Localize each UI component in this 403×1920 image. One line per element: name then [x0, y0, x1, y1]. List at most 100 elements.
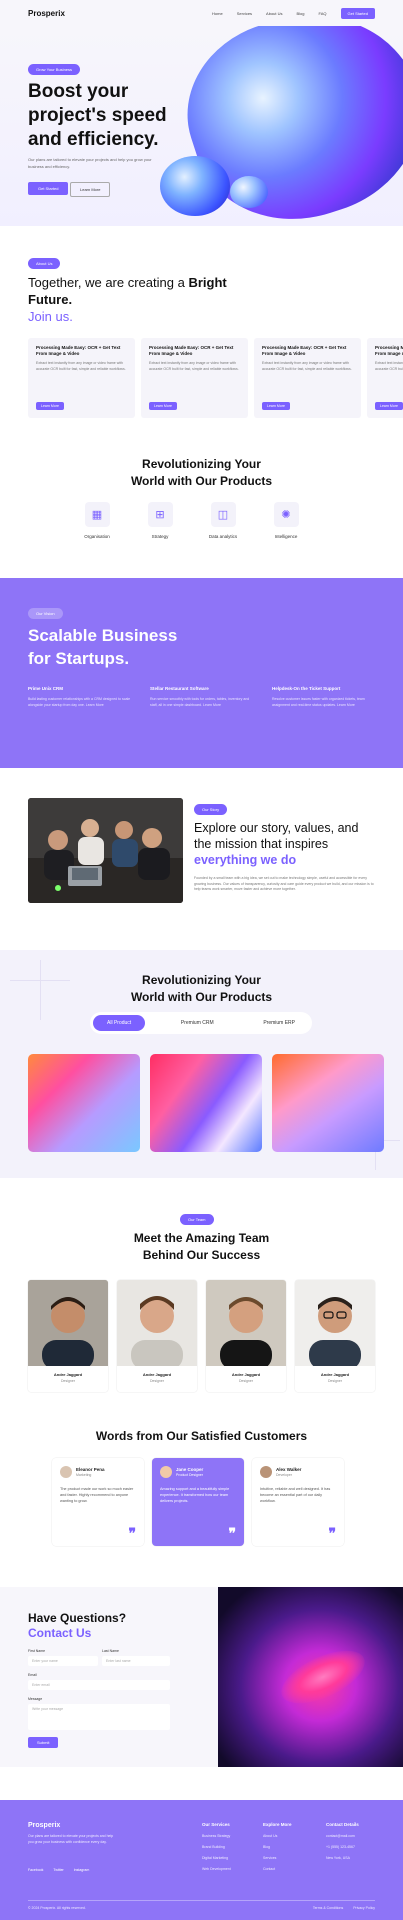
member-photo [206, 1280, 286, 1366]
nav-link-faq[interactable]: FAQ [319, 11, 327, 16]
footer-contact-phone[interactable]: +1 (555) 123-4567 [326, 1845, 359, 1849]
nav-link-home[interactable]: Home [212, 11, 223, 16]
team-member-card[interactable]: Andre Jaggard Designer [28, 1280, 108, 1392]
footer-link[interactable]: Contact [263, 1867, 292, 1871]
products-heading-line2: World with Our Products [130, 474, 273, 488]
quote-mark-icon: ❞ [328, 1526, 336, 1542]
footer-link[interactable]: Blog [263, 1845, 292, 1849]
vision-heading-line1: Scalable Business [28, 626, 178, 645]
about-section: About Us Together, we are creating a Bri… [0, 246, 403, 446]
testimonial-name: Alex Walker [276, 1467, 302, 1472]
nav-link-about[interactable]: About Us [266, 11, 282, 16]
footer-contact-column: Contact Details contact@mail.com +1 (555… [326, 1822, 359, 1860]
team-member-card[interactable]: Andre Jaggard Designer [295, 1280, 375, 1392]
testimonial-author: Alex Walker Developer [260, 1466, 336, 1478]
footer-brand[interactable]: Prosperix [28, 1822, 60, 1829]
hero-3d-shape-small [160, 156, 230, 216]
footer-column-heading: Contact Details [326, 1822, 359, 1827]
brand-logo[interactable]: Prosperix [28, 9, 65, 18]
product-item-data-analytics[interactable]: ◫ Data analytics [208, 502, 238, 539]
nav-link-blog[interactable]: Blog [297, 11, 305, 16]
footer-link[interactable]: About Us [263, 1834, 292, 1838]
learn-more-button[interactable]: Learn More [70, 182, 111, 197]
hero-3d-shape-drop [230, 176, 268, 208]
product-item-organisation[interactable]: ▦ Organisation [82, 502, 112, 539]
member-name: Andre Jaggard [142, 1372, 172, 1377]
first-name-input[interactable]: Enter your name [28, 1656, 98, 1666]
about-pill: About Us [28, 258, 61, 269]
privacy-link[interactable]: Privacy Policy [353, 1906, 375, 1910]
team-heading-line2: Behind Our Success [142, 1248, 261, 1262]
tab-premium-crm[interactable]: Premium CRM [167, 1015, 228, 1031]
product-image[interactable] [150, 1054, 262, 1152]
team-member-card[interactable]: Andre Jaggard Designer [206, 1280, 286, 1392]
vision-column-desc: Resolve customer issues faster with orga… [272, 697, 365, 707]
top-navigation: Prosperix Home Services About Us Blog FA… [0, 0, 403, 26]
testimonial-card-active[interactable]: Jane Cooper Product Designer Amazing sup… [152, 1458, 244, 1546]
message-textarea[interactable]: Write your message [28, 1704, 170, 1730]
product-item-strategy[interactable]: ⊞ Strategy [145, 502, 175, 539]
team-member-card[interactable]: Andre Jaggard Designer [117, 1280, 197, 1392]
first-name-label: First Name [28, 1649, 46, 1653]
feature-card-button[interactable]: Learn More [375, 402, 403, 410]
footer-link[interactable]: Brand Building [202, 1845, 231, 1849]
get-started-button[interactable]: Get Started [28, 182, 69, 195]
hero-subtitle: Our plans are tailored to elevate your p… [28, 157, 152, 169]
nav-link-services[interactable]: Services [237, 11, 252, 16]
header-cta-button[interactable]: Get Started [340, 7, 375, 19]
feature-card-desc: Extract text instantly from any image or… [149, 361, 239, 371]
terms-link[interactable]: Terms & Conditions [313, 1906, 343, 1910]
feature-card-button[interactable]: Learn More [149, 402, 177, 410]
feature-card-button[interactable]: Learn More [262, 402, 290, 410]
story-section: Our Story Explore our story, values, and… [0, 782, 403, 922]
product-item-intelligence[interactable]: ✺ Intelligence [271, 502, 301, 539]
testimonial-quote: Amazing support and a beautifully simple… [160, 1487, 230, 1503]
member-portrait [206, 1280, 286, 1366]
footer-link[interactable]: Digital Marketing [202, 1856, 231, 1860]
contact-section: Have Questions? Contact Us First Name Ent… [0, 1587, 403, 1767]
facebook-link[interactable]: Facebook [28, 1868, 43, 1872]
footer-column-heading: Explore More [263, 1822, 292, 1827]
product-tabs: All Product Premium CRM Premium ERP [90, 1012, 312, 1034]
first-name-field: First Name Enter your name [28, 1649, 98, 1666]
feature-card-button[interactable]: Learn More [36, 402, 64, 410]
member-role: Designer [238, 1379, 253, 1383]
product-item-label: Organisation [84, 534, 110, 539]
tab-all-product[interactable]: All Product [93, 1015, 146, 1031]
quote-mark-icon: ❞ [128, 1526, 136, 1542]
last-name-label: Last Name [102, 1649, 119, 1653]
twitter-link[interactable]: Twitter [53, 1868, 63, 1872]
team-meeting-illustration [28, 798, 183, 903]
testimonial-card[interactable]: Eleanor Pena Marketing The product made … [52, 1458, 144, 1546]
tab-premium-erp[interactable]: Premium ERP [249, 1015, 309, 1031]
feature-card: Processing Made Easy: OCR + Get Text Fro… [141, 338, 248, 418]
footer-link[interactable]: Business Strategy [202, 1834, 231, 1838]
products-heading: Revolutionizing Your World with Our Produ… [0, 456, 403, 490]
instagram-link[interactable]: Instagram [74, 1868, 90, 1872]
chart-icon: ⊞ [147, 502, 173, 527]
vision-section: Our Vision Scalable Business for Startups… [0, 578, 403, 768]
message-label: Message [28, 1697, 43, 1701]
story-heading-line1: Explore our story, values, and [194, 821, 359, 835]
member-portrait [117, 1280, 197, 1366]
member-name: Andre Jaggard [320, 1372, 350, 1377]
product-image[interactable] [28, 1054, 140, 1152]
testimonial-role: Marketing [76, 1473, 92, 1477]
vision-column-title: Stellar Restaurant Software [150, 686, 209, 691]
footer-link[interactable]: Services [263, 1856, 292, 1860]
team-meeting-photo [28, 798, 183, 903]
about-heading-plain: Together, we are creating a [28, 275, 189, 290]
vision-heading-line2: for Startups. [28, 649, 130, 668]
hero-section: Grow Your Business Boost your project's … [0, 26, 403, 226]
testimonial-quote: The product made our work so much easier… [60, 1487, 134, 1503]
team-members: Andre Jaggard Designer Andre Jaggard Des… [28, 1280, 375, 1392]
vision-heading: Scalable Business for Startups. [28, 624, 228, 670]
footer-contact-email[interactable]: contact@mail.com [326, 1834, 359, 1838]
footer-link[interactable]: Web Development [202, 1867, 231, 1871]
email-input[interactable]: Enter email [28, 1680, 170, 1690]
product-image[interactable] [272, 1054, 384, 1152]
testimonials-heading: Words from Our Satisfied Customers [95, 1429, 308, 1443]
last-name-input[interactable]: Enter last name [102, 1656, 170, 1666]
submit-button[interactable]: Submit [28, 1737, 59, 1748]
testimonial-card[interactable]: Alex Walker Developer Intuitive, reliabl… [252, 1458, 344, 1546]
